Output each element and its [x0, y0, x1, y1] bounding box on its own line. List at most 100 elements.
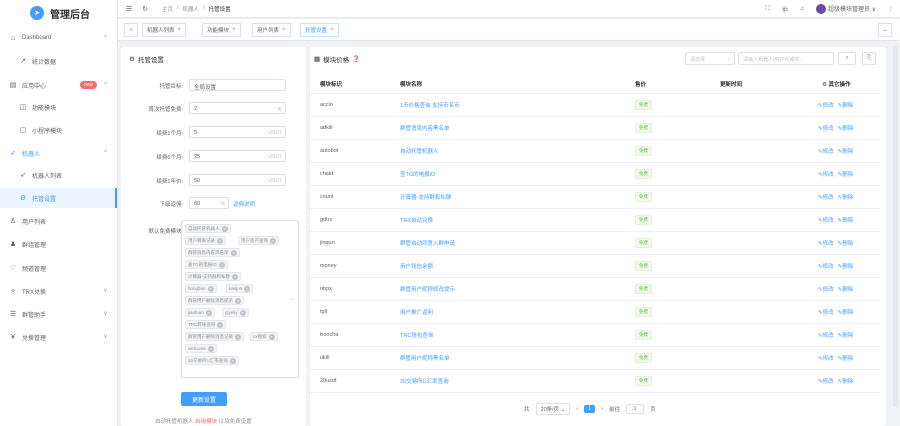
modules-multiselect[interactable]: 自动托管机器人 × 用户转账记录 × 用户资产查询 × 群管消息内容黑名单 × 查TG的…	[181, 220, 299, 378]
close-icon[interactable]: ×	[207, 285, 214, 292]
edit-button[interactable]: ✎修改	[818, 170, 834, 178]
close-icon[interactable]: ×	[232, 27, 236, 33]
cell-name[interactable]: 1币价格查询 支持币名币	[400, 101, 460, 109]
more-icon[interactable]: ⋮	[888, 6, 894, 13]
close-icon[interactable]: ×	[270, 237, 276, 244]
close-icon[interactable]: ×	[282, 27, 286, 33]
cell-name[interactable]: 20交易所U汇率查询	[400, 377, 449, 385]
delete-button[interactable]: ✎删除	[838, 354, 854, 362]
edit-button[interactable]: ✎修改	[818, 262, 834, 270]
sidebar-item-exchange[interactable]: ¥ 兑换管理 v	[0, 327, 117, 347]
close-icon[interactable]: ×	[217, 321, 224, 328]
edit-button[interactable]: ✎修改	[818, 331, 834, 339]
footer-link[interactable]: 启用模块	[195, 419, 217, 425]
cell-name[interactable]: TRC钱包查询	[400, 331, 433, 339]
page-scrollbar[interactable]	[893, 45, 898, 407]
sidebar-item-helper[interactable]: ☰ 群管助手 v	[0, 304, 117, 324]
tab-hosting[interactable]: 托管设置 ×	[300, 23, 339, 37]
cell-name[interactable]: 群管自动同意入群申请	[400, 239, 455, 247]
edit-button[interactable]: ✎修改	[818, 377, 834, 385]
logo[interactable]: ➤ 管理后台	[0, 0, 117, 26]
fullscreen-icon[interactable]: ⛶	[766, 6, 770, 13]
sidebar-item-miniapp[interactable]: ▢ 小程序模块	[0, 120, 117, 140]
close-icon[interactable]: ×	[178, 27, 182, 33]
tab-modules[interactable]: 功能模块 ×	[202, 23, 241, 37]
export-button[interactable]: ⎘	[862, 52, 876, 65]
edit-button[interactable]: ✎修改	[818, 285, 834, 293]
delete-button[interactable]: ✎删除	[838, 331, 854, 339]
cell-name[interactable]: 用户钱包余额	[400, 262, 433, 270]
current-page[interactable]: 1	[584, 405, 596, 413]
user-menu[interactable]: 超级模块管理员 ∨	[816, 4, 876, 15]
tab-users[interactable]: 用户列表 ×	[252, 23, 291, 37]
goto-input[interactable]: 1	[626, 404, 645, 414]
delete-button[interactable]: ✎删除	[838, 262, 854, 270]
close-icon[interactable]: ×	[221, 225, 228, 232]
cell-name[interactable]: 自动托管机器人	[400, 147, 439, 155]
edit-button[interactable]: ✎修改	[818, 193, 834, 201]
edit-button[interactable]: ✎修改	[818, 101, 834, 109]
close-icon[interactable]: ×	[232, 273, 238, 280]
delete-button[interactable]: ✎删除	[838, 308, 854, 316]
edit-button[interactable]: ✎修改	[818, 124, 834, 132]
6month-input[interactable]: 25 USDT	[189, 150, 286, 162]
delete-button[interactable]: ✎删除	[838, 239, 854, 247]
cell-name[interactable]: 查TG的电报ID	[400, 170, 435, 178]
breadcrumb-robot[interactable]: 机器人	[183, 5, 200, 13]
delete-button[interactable]: ✎删除	[838, 193, 854, 201]
refresh-icon[interactable]: ↻	[140, 5, 150, 13]
edit-button[interactable]: ✎修改	[818, 147, 834, 155]
edit-button[interactable]: ✎修改	[818, 239, 834, 247]
next-page-icon[interactable]: ›	[601, 406, 603, 412]
close-icon[interactable]: ×	[235, 297, 241, 304]
delete-button[interactable]: ✎删除	[838, 377, 854, 385]
search-input[interactable]: 请输入机器人/用户名或ID...	[738, 52, 834, 65]
close-icon[interactable]: ×	[239, 309, 246, 316]
close-icon[interactable]: ×	[207, 345, 214, 352]
tab-robot-list[interactable]: 机器人列表 ×	[142, 23, 187, 37]
cell-name[interactable]: 用户推广返利	[400, 308, 433, 316]
sidebar-item-modules[interactable]: ◫ 功能模块	[0, 97, 117, 117]
cell-name[interactable]: 群管消息内容黑名单	[400, 124, 450, 132]
sidebar-item-hosting[interactable]: ⚙ 托管设置	[0, 188, 117, 208]
delete-button[interactable]: ✎删除	[838, 101, 854, 109]
cell-name[interactable]: 群管用户昵称修改提示	[400, 285, 455, 293]
breadcrumb-home[interactable]: 主页	[162, 5, 173, 13]
close-icon[interactable]: ×	[205, 309, 212, 316]
close-icon[interactable]: ×	[217, 237, 223, 244]
cell-name[interactable]: TRX自动兑换	[400, 216, 433, 224]
sidebar-item-robot[interactable]: ➶ 机器人 ^	[0, 143, 117, 163]
sidebar-item-stats[interactable]: ↗ 统计数据	[0, 51, 117, 71]
delete-button[interactable]: ✎删除	[838, 170, 854, 178]
menu-fold-icon[interactable]: ☰	[124, 5, 134, 13]
free-days-input[interactable]: 2天	[189, 102, 286, 114]
search-select[interactable]: 请选择 ⌄	[685, 52, 735, 65]
close-icon[interactable]: ×	[229, 357, 236, 364]
delete-button[interactable]: ✎删除	[838, 285, 854, 293]
tab-dropdown[interactable]: ⌄	[878, 23, 892, 37]
help-icon[interactable]: ❓	[352, 55, 360, 63]
target-select[interactable]: 全局设置	[189, 79, 286, 91]
sidebar-item-users[interactable]: ♙ 用户列表	[0, 211, 117, 231]
cell-name[interactable]: 群管用户昵称黑名单	[400, 354, 450, 362]
sidebar-item-channels[interactable]: ♡ 频道管理	[0, 258, 117, 278]
close-icon[interactable]: ×	[268, 333, 275, 340]
cell-name[interactable]: 计算器-支持群和私聊	[400, 193, 451, 201]
language-icon[interactable]: ㊥	[782, 5, 788, 14]
close-icon[interactable]: ×	[244, 285, 251, 292]
edit-button[interactable]: ✎修改	[818, 308, 834, 316]
delete-button[interactable]: ✎删除	[838, 216, 854, 224]
tab-home[interactable]: ⌂	[124, 23, 138, 37]
edit-button[interactable]: ✎修改	[818, 216, 834, 224]
sidebar-item-robot-list[interactable]: ➶ 机器人列表	[0, 165, 117, 185]
close-icon[interactable]: ×	[235, 333, 241, 340]
close-icon[interactable]: ×	[218, 261, 225, 268]
1month-input[interactable]: 5 USDT	[189, 126, 286, 138]
sidebar-item-trx[interactable]: ✧ TRX兑换 v	[0, 281, 117, 301]
commission-help-link[interactable]: 返佣说明	[233, 200, 255, 208]
page-size-select[interactable]: 20条/页 ⌄	[535, 403, 571, 415]
close-icon[interactable]: ×	[330, 27, 334, 33]
close-icon[interactable]: ×	[230, 249, 237, 256]
edit-button[interactable]: ✎修改	[818, 354, 834, 362]
1year-input[interactable]: 50 USDT	[189, 174, 286, 186]
